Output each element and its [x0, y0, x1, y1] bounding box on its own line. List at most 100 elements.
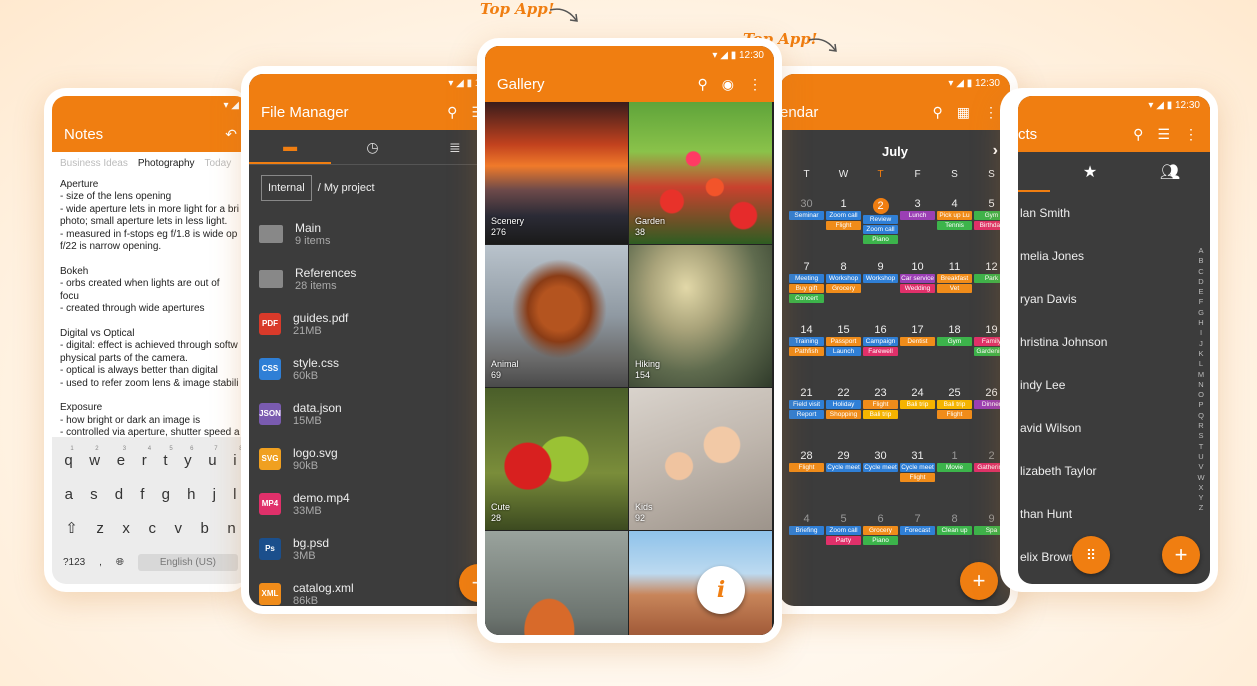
event-chip[interactable]: Passport	[826, 337, 861, 346]
event-chip[interactable]: Dentist	[900, 337, 935, 346]
event-chip[interactable]: Gym	[937, 337, 972, 346]
event-chip[interactable]: Piano	[863, 235, 898, 244]
calendar-day[interactable]: 7 Meeting Buy gift Concert	[788, 253, 825, 316]
event-chip[interactable]: Vet	[937, 284, 972, 293]
calendar-day[interactable]: 1 Zoom call Flight	[825, 190, 862, 253]
event-chip[interactable]: Training	[789, 337, 824, 346]
event-chip[interactable]: Shopping	[826, 410, 861, 419]
calendar-day[interactable]: 21 Field visit Report	[788, 379, 825, 442]
calendar-day[interactable]: 22 Holiday Shopping	[825, 379, 862, 442]
file-row[interactable]: Main 9 items	[249, 211, 496, 256]
file-row[interactable]: PDF guides.pdf 21MB	[249, 301, 496, 346]
calendar-day[interactable]: 31 Cycle meet Flight	[899, 442, 936, 505]
calendar-day[interactable]: 25 Bali trip Flight	[936, 379, 973, 442]
calendar-day[interactable]: 1 Movie	[936, 442, 973, 505]
album-animal[interactable]: Animal 69	[485, 245, 628, 387]
alphabet-letter[interactable]: T	[1196, 442, 1206, 452]
event-chip[interactable]: Buy gift	[789, 284, 824, 293]
key-a[interactable]: a	[65, 486, 73, 503]
calendar-day[interactable]: 14 Training Pathfish	[788, 316, 825, 379]
space-key[interactable]: English (US)	[137, 553, 238, 571]
calendar-day[interactable]: 10 Car service Wedding	[899, 253, 936, 316]
event-chip[interactable]: Bali trip	[937, 400, 972, 409]
album-kids[interactable]: Kids 92	[629, 388, 772, 530]
alphabet-letter[interactable]: S	[1196, 431, 1206, 441]
event-chip[interactable]: Launch	[826, 347, 861, 356]
tab-recent[interactable]: ◷	[331, 139, 413, 156]
event-chip[interactable]: Cycle meet	[863, 463, 898, 472]
contact-row[interactable]: ryan Davis	[1018, 278, 1210, 321]
file-row[interactable]: CSS style.css 60kB	[249, 346, 496, 391]
event-chip[interactable]: Flight	[826, 221, 861, 230]
file-row[interactable]: JSON data.json 15MB	[249, 391, 496, 436]
contact-row[interactable]: lizabeth Taylor	[1018, 450, 1210, 493]
event-chip[interactable]: Workshop	[826, 274, 861, 283]
search-icon[interactable]: ⚲	[698, 76, 708, 93]
event-chip[interactable]: Zoom call	[826, 211, 861, 220]
tab-photography[interactable]: Photography	[138, 158, 195, 169]
calendar-day[interactable]: 30 Seminar	[788, 190, 825, 253]
breadcrumb-root[interactable]: Internal	[261, 175, 312, 201]
key-j[interactable]: j	[213, 486, 216, 503]
key-x[interactable]: x	[122, 520, 130, 537]
alphabet-letter[interactable]: Y	[1196, 493, 1206, 503]
contact-row[interactable]: melia Jones	[1018, 235, 1210, 278]
alphabet-letter[interactable]: H	[1196, 318, 1206, 328]
calendar-day[interactable]: 5 Zoom call Party	[825, 505, 862, 568]
alphabet-letter[interactable]: L	[1196, 359, 1206, 369]
file-row[interactable]: References 28 items	[249, 256, 496, 301]
event-chip[interactable]: Party	[826, 536, 861, 545]
key-i[interactable]: 8i	[233, 446, 242, 469]
alphabet-letter[interactable]: K	[1196, 349, 1206, 359]
album-scenery[interactable]: Scenery 276	[485, 102, 628, 244]
calendar-day[interactable]: 16 Campaign Farewell	[862, 316, 899, 379]
key-w[interactable]: 2w	[89, 446, 100, 469]
calendar-day[interactable]: 2 Review Zoom call Piano	[862, 190, 899, 253]
key-e[interactable]: 3e	[117, 446, 126, 469]
symbols-key[interactable]: ?123	[63, 557, 85, 568]
alphabet-letter[interactable]: N	[1196, 380, 1206, 390]
calendar-day[interactable]: 9 Workshop	[862, 253, 899, 316]
event-chip[interactable]: Bali trip	[900, 400, 935, 409]
key-s[interactable]: s	[90, 486, 98, 503]
alphabet-letter[interactable]: A	[1196, 246, 1206, 256]
tab-business-ideas[interactable]: Business Ideas	[60, 158, 128, 169]
undo-icon[interactable]: ↶	[225, 126, 237, 143]
event-chip[interactable]: Flight	[863, 400, 898, 409]
key-l[interactable]: l	[233, 486, 236, 503]
event-chip[interactable]: Flight	[937, 410, 972, 419]
note-content[interactable]: Aperture - size of the lens opening - wi…	[52, 175, 249, 437]
key-z[interactable]: z	[96, 520, 104, 537]
contact-row[interactable]: indy Lee	[1018, 364, 1210, 407]
search-icon[interactable]: ⚲	[1133, 126, 1143, 143]
contact-row[interactable]: hristina Johnson	[1018, 321, 1210, 364]
calendar-day[interactable]: 17 Dentist	[899, 316, 936, 379]
breadcrumb-current[interactable]: / My project	[318, 182, 375, 194]
alphabet-letter[interactable]: J	[1196, 339, 1206, 349]
calendar-day[interactable]: 4 Pick up Lu Tennis	[936, 190, 973, 253]
file-row[interactable]: SVG logo.svg 90kB	[249, 436, 496, 481]
key-n[interactable]: n	[227, 520, 235, 537]
shift-key[interactable]: ⇧	[65, 519, 78, 537]
contact-row[interactable]: than Hunt	[1018, 493, 1210, 536]
calendar-day[interactable]: 3 Lunch	[899, 190, 936, 253]
calendar-day[interactable]: 24 Bali trip	[899, 379, 936, 442]
add-event-button[interactable]: +	[960, 562, 998, 600]
event-chip[interactable]: Flight	[900, 473, 935, 482]
tab-folders[interactable]: ▬	[249, 130, 332, 164]
alphabet-letter[interactable]: M	[1196, 370, 1206, 380]
event-chip[interactable]: Bali trip	[863, 410, 898, 419]
more-icon[interactable]: ⋮	[748, 76, 762, 93]
event-chip[interactable]: Workshop	[863, 274, 898, 283]
alphabet-scroller[interactable]: ABCDEFGHIJKLMNOPQRSTUVWXYZ	[1196, 246, 1206, 514]
event-chip[interactable]: Briefing	[789, 526, 824, 535]
next-month-icon[interactable]: ›	[993, 142, 998, 160]
grid-icon[interactable]: ▦	[957, 104, 970, 121]
event-chip[interactable]: Wedding	[900, 284, 935, 293]
alphabet-letter[interactable]: Q	[1196, 411, 1206, 421]
contact-row[interactable]: lan Smith	[1018, 192, 1210, 235]
calendar-day[interactable]: 29 Cycle meet	[825, 442, 862, 505]
event-chip[interactable]: Report	[789, 410, 824, 419]
calendar-day[interactable]: 4 Briefing	[788, 505, 825, 568]
file-row[interactable]: MP4 demo.mp4 33MB	[249, 481, 496, 526]
